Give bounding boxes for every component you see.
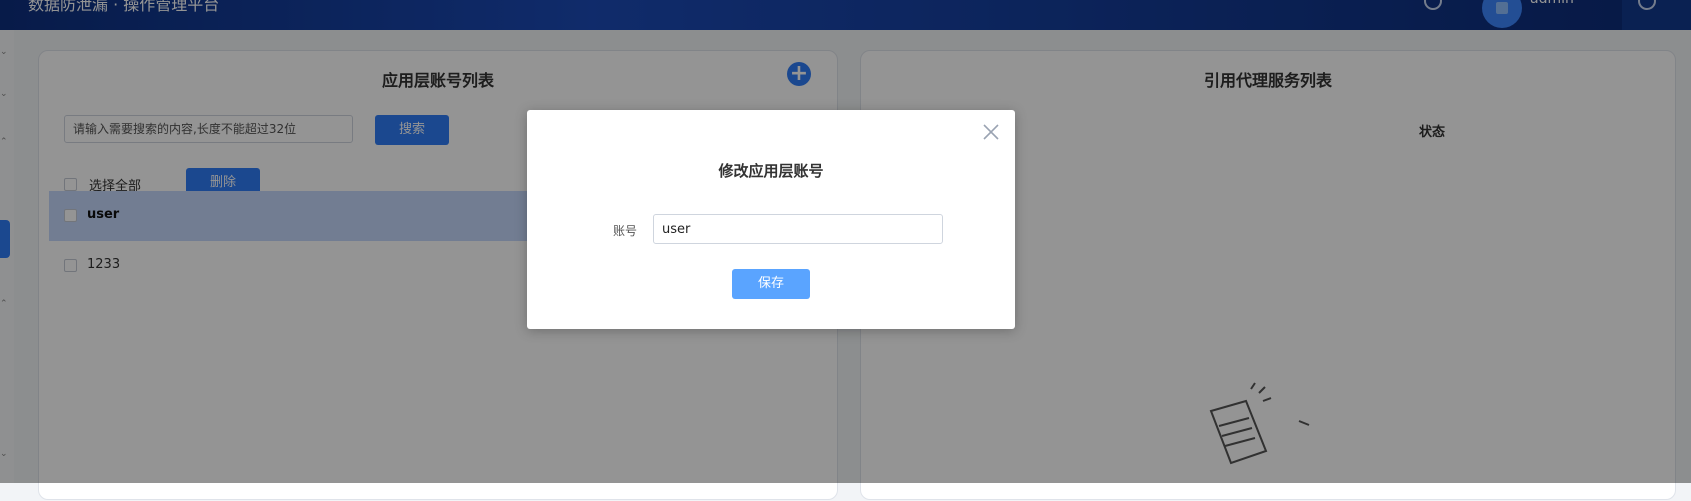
edit-account-dialog: 修改应用层账号 账号 保存: [527, 110, 1015, 329]
save-button[interactable]: 保存: [732, 269, 810, 299]
dialog-title: 修改应用层账号: [718, 162, 824, 180]
account-label: 账号: [613, 224, 638, 238]
account-field[interactable]: [653, 214, 943, 244]
close-icon[interactable]: [982, 123, 1000, 141]
